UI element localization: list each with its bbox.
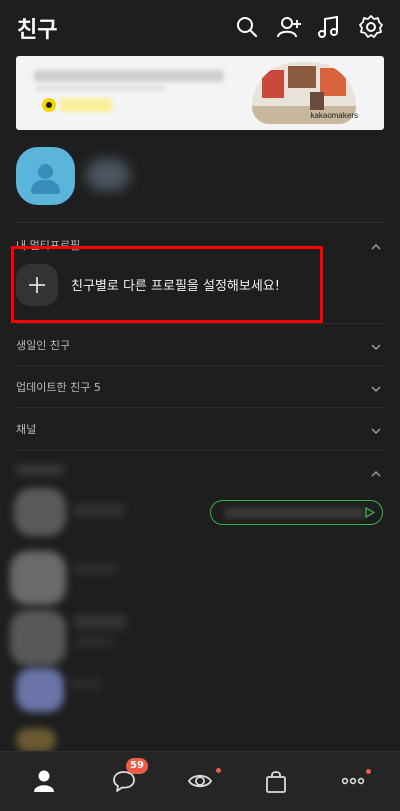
shopping-tab[interactable] <box>236 752 316 811</box>
settings-icon[interactable] <box>357 13 385 41</box>
chevron-down-icon[interactable] <box>370 380 382 393</box>
friend-name-blurred <box>74 504 124 516</box>
status-text-blurred <box>225 508 365 518</box>
banner-subline <box>36 86 166 91</box>
avatar <box>14 488 66 536</box>
chat-unread-badge: 59 <box>126 758 148 774</box>
avatar[interactable] <box>16 147 75 205</box>
avatar <box>16 668 64 712</box>
section-label: 생일인 친구 <box>16 339 71 352</box>
friend-name-blurred <box>74 614 126 630</box>
chevron-down-icon[interactable] <box>370 422 382 435</box>
view-tab[interactable] <box>160 752 240 811</box>
shopping-bag-icon <box>266 771 286 793</box>
search-icon[interactable] <box>233 13 261 41</box>
friend-name-blurred <box>70 678 100 690</box>
avatar <box>10 610 66 666</box>
banner-tag <box>60 98 112 112</box>
section-updated-friends[interactable]: 업데이트한 친구 5 <box>16 366 384 408</box>
my-profile[interactable] <box>16 147 384 207</box>
section-channel[interactable]: 채널 <box>16 408 384 450</box>
friends-tab[interactable] <box>4 752 84 811</box>
music-icon[interactable] <box>315 13 343 41</box>
eye-icon <box>187 774 213 788</box>
friend-status-blurred <box>74 636 114 648</box>
ad-banner[interactable]: kakaomakers <box>16 56 384 130</box>
banner-logo-icon <box>42 98 56 112</box>
banner-brand: kakaomakers <box>310 111 358 120</box>
bottom-tab-bar: 59 <box>0 751 400 811</box>
avatar <box>10 551 66 605</box>
add-friend-icon[interactable] <box>275 13 303 41</box>
new-indicator-dot <box>366 769 371 774</box>
divider <box>16 222 384 223</box>
play-icon[interactable] <box>364 507 375 518</box>
avatar <box>16 728 56 752</box>
profile-name-blurred <box>86 159 130 191</box>
page-title: 친구 <box>17 18 58 43</box>
person-icon <box>34 770 54 792</box>
chevron-up-icon[interactable] <box>370 238 382 250</box>
section-birthday[interactable]: 생일인 친구 <box>16 324 384 366</box>
new-indicator-dot <box>216 768 221 773</box>
highlight-box <box>11 246 323 323</box>
banner-headline <box>34 70 224 82</box>
section-label: 업데이트한 친구 5 <box>16 381 101 394</box>
top-header: 친구 <box>0 0 400 56</box>
friend-name-blurred <box>74 563 118 575</box>
more-tab[interactable] <box>313 752 393 811</box>
chats-tab[interactable]: 59 <box>84 752 164 811</box>
section-label: 채널 <box>16 423 37 436</box>
more-dots-icon <box>341 777 365 785</box>
chevron-up-icon[interactable] <box>370 465 382 477</box>
chevron-down-icon[interactable] <box>370 338 382 351</box>
section-label-blurred <box>16 465 64 475</box>
status-music-pill[interactable] <box>210 500 383 525</box>
